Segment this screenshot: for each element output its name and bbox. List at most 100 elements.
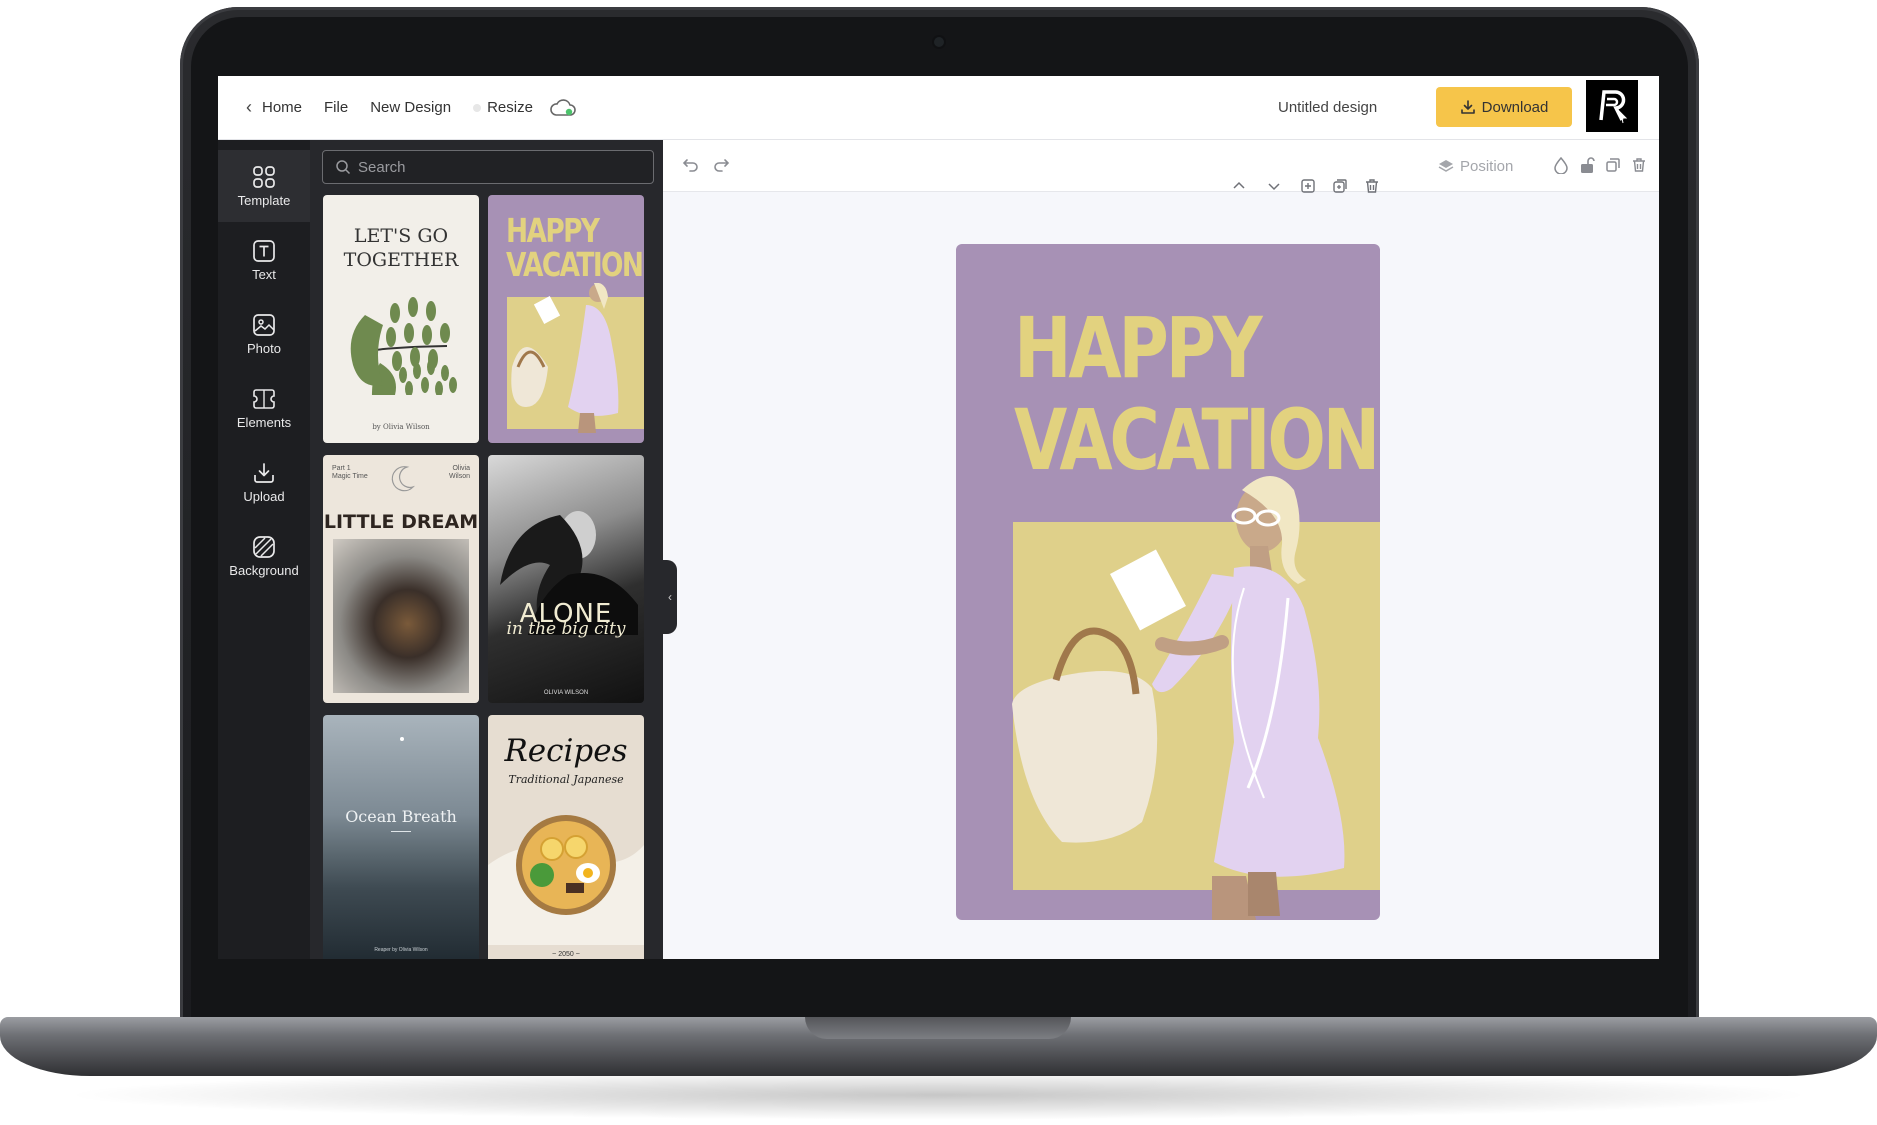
template-card-recipes[interactable]: Recipes Traditional Japanese ~ 2050 ~	[488, 715, 644, 959]
template-corner-text: Magic Time	[332, 473, 368, 480]
laptop-shadow	[60, 1070, 1817, 1120]
undo-button[interactable]	[679, 153, 703, 177]
template-byline: OLIVIA WILSON	[543, 690, 589, 696]
woman-illustration	[511, 283, 619, 433]
template-title: TOGETHER	[343, 249, 459, 271]
photo-icon	[253, 314, 275, 336]
position-label: Position	[1460, 157, 1514, 175]
rail-item-background[interactable]: Background	[218, 520, 310, 592]
rail-label: Upload	[243, 489, 285, 504]
template-card-alone[interactable]: ALONE in the big city OLIVIA WILSON	[488, 455, 644, 703]
camera-icon	[934, 37, 944, 47]
resize-label: Resize	[487, 99, 533, 116]
rail-item-elements[interactable]: Elements	[218, 372, 310, 444]
undo-icon	[682, 159, 698, 172]
transparency-button[interactable]	[1549, 153, 1573, 177]
home-link[interactable]: ‹ Home	[246, 97, 302, 118]
laptop-notch	[805, 1017, 1071, 1039]
template-card-ocean-breath[interactable]: Ocean Breath Reaper by Olivia Wilson	[323, 715, 479, 959]
lock-button[interactable]	[1575, 153, 1599, 177]
download-button[interactable]: Download	[1436, 87, 1572, 127]
chevron-down-icon	[1268, 183, 1280, 191]
duplicate-icon	[1606, 158, 1620, 172]
move-page-up-button[interactable]	[1228, 175, 1250, 197]
template-card-little-dream[interactable]: Part 1 Magic Time Olivia Wilson LITTLE D…	[323, 455, 479, 703]
template-byline: by Olivia Wilson	[372, 423, 430, 431]
template-corner-text: Olivia	[452, 465, 470, 472]
template-title: Ocean Breath	[345, 807, 457, 826]
panel-collapse-toggle[interactable]: ‹	[663, 560, 677, 634]
template-subtitle: Traditional Japanese	[508, 773, 624, 786]
chevron-left-icon: ‹	[668, 590, 672, 604]
text-icon	[253, 240, 275, 262]
template-card-lets-go-together[interactable]: LET'S GO TOGETHER by Olivia Wilson	[323, 195, 479, 443]
chevron-left-icon: ‹	[246, 97, 252, 117]
template-subtitle: in the big city	[506, 619, 626, 639]
download-label: Download	[1481, 98, 1549, 116]
leaf-pattern-illustration	[350, 297, 450, 386]
canvas-toolbar: Position	[663, 140, 1659, 192]
top-nav: ‹ Home File New Design Resize	[246, 97, 577, 118]
moon-icon	[391, 466, 416, 492]
woman-with-bag-illustration	[1012, 476, 1345, 920]
unlock-icon	[1581, 157, 1595, 173]
redo-button[interactable]	[709, 153, 733, 177]
position-button[interactable]: Position	[1438, 140, 1513, 192]
rail-item-text[interactable]: Text	[218, 224, 310, 296]
cloud-saved-icon	[550, 98, 576, 116]
trash-icon	[1633, 158, 1645, 172]
rail-label: Background	[229, 563, 299, 578]
moon-dot-icon	[400, 737, 404, 741]
trash-icon	[1366, 179, 1378, 193]
duplicate-button[interactable]	[1601, 153, 1625, 177]
brand-r-logo-icon	[1599, 90, 1628, 124]
add-page-button[interactable]	[1297, 175, 1319, 197]
resize-button[interactable]: Resize	[473, 99, 533, 116]
template-title: LITTLE DREAM	[323, 511, 479, 533]
redo-icon	[714, 159, 730, 172]
divider	[391, 831, 411, 832]
file-label: File	[324, 99, 349, 116]
duplicate-page-button[interactable]	[1329, 175, 1351, 197]
layers-icon	[1438, 160, 1454, 172]
background-icon	[253, 536, 275, 558]
template-title: LET'S GO	[353, 225, 449, 247]
rail-label: Photo	[247, 341, 281, 356]
template-corner-text: Wilson	[448, 473, 470, 480]
search-placeholder: Search	[358, 158, 406, 176]
template-photo	[333, 539, 469, 693]
new-design-button[interactable]: New Design	[370, 99, 451, 116]
search-input[interactable]: Search	[322, 150, 654, 184]
app-screen: ‹ Home File New Design Resize Untitled d…	[218, 76, 1659, 959]
template-title: Recipes	[504, 733, 628, 769]
template-corner-text: Part 1	[332, 465, 351, 472]
home-label: Home	[262, 99, 303, 116]
resize-dot-icon	[473, 103, 482, 112]
template-byline: Reaper by Olivia Wilson	[374, 947, 428, 953]
design-title-line: HAPPY	[1014, 299, 1263, 397]
design-page[interactable]: HAPPY VACATION	[956, 244, 1380, 920]
move-page-down-button[interactable]	[1263, 175, 1285, 197]
brand-logo	[1586, 80, 1638, 132]
delete-page-button[interactable]	[1361, 175, 1383, 197]
rail-item-upload[interactable]: Upload	[218, 446, 310, 518]
template-icon	[253, 166, 275, 188]
rail-label: Elements	[236, 415, 292, 430]
template-title: VACATION	[506, 245, 644, 284]
new-design-label: New Design	[370, 99, 452, 116]
delete-button[interactable]	[1627, 153, 1651, 177]
template-card-happy-vacation[interactable]: HAPPY VACATION	[488, 195, 644, 443]
document-title[interactable]: Untitled design	[1278, 76, 1377, 140]
templates-panel: Search LET'S GO TOGETHER by Olivia Wilso…	[310, 140, 663, 959]
add-page-icon	[1301, 179, 1315, 193]
upload-icon	[254, 463, 274, 483]
top-bar: ‹ Home File New Design Resize Untitled d…	[218, 76, 1659, 140]
rail-label: Text	[252, 267, 276, 282]
chevron-up-icon	[1233, 181, 1245, 189]
file-menu[interactable]: File	[324, 99, 348, 116]
download-icon	[1460, 100, 1475, 114]
rail-item-template[interactable]: Template	[218, 150, 310, 222]
rail-label: Template	[237, 193, 291, 208]
rail-item-photo[interactable]: Photo	[218, 298, 310, 370]
droplet-icon	[1554, 156, 1568, 174]
